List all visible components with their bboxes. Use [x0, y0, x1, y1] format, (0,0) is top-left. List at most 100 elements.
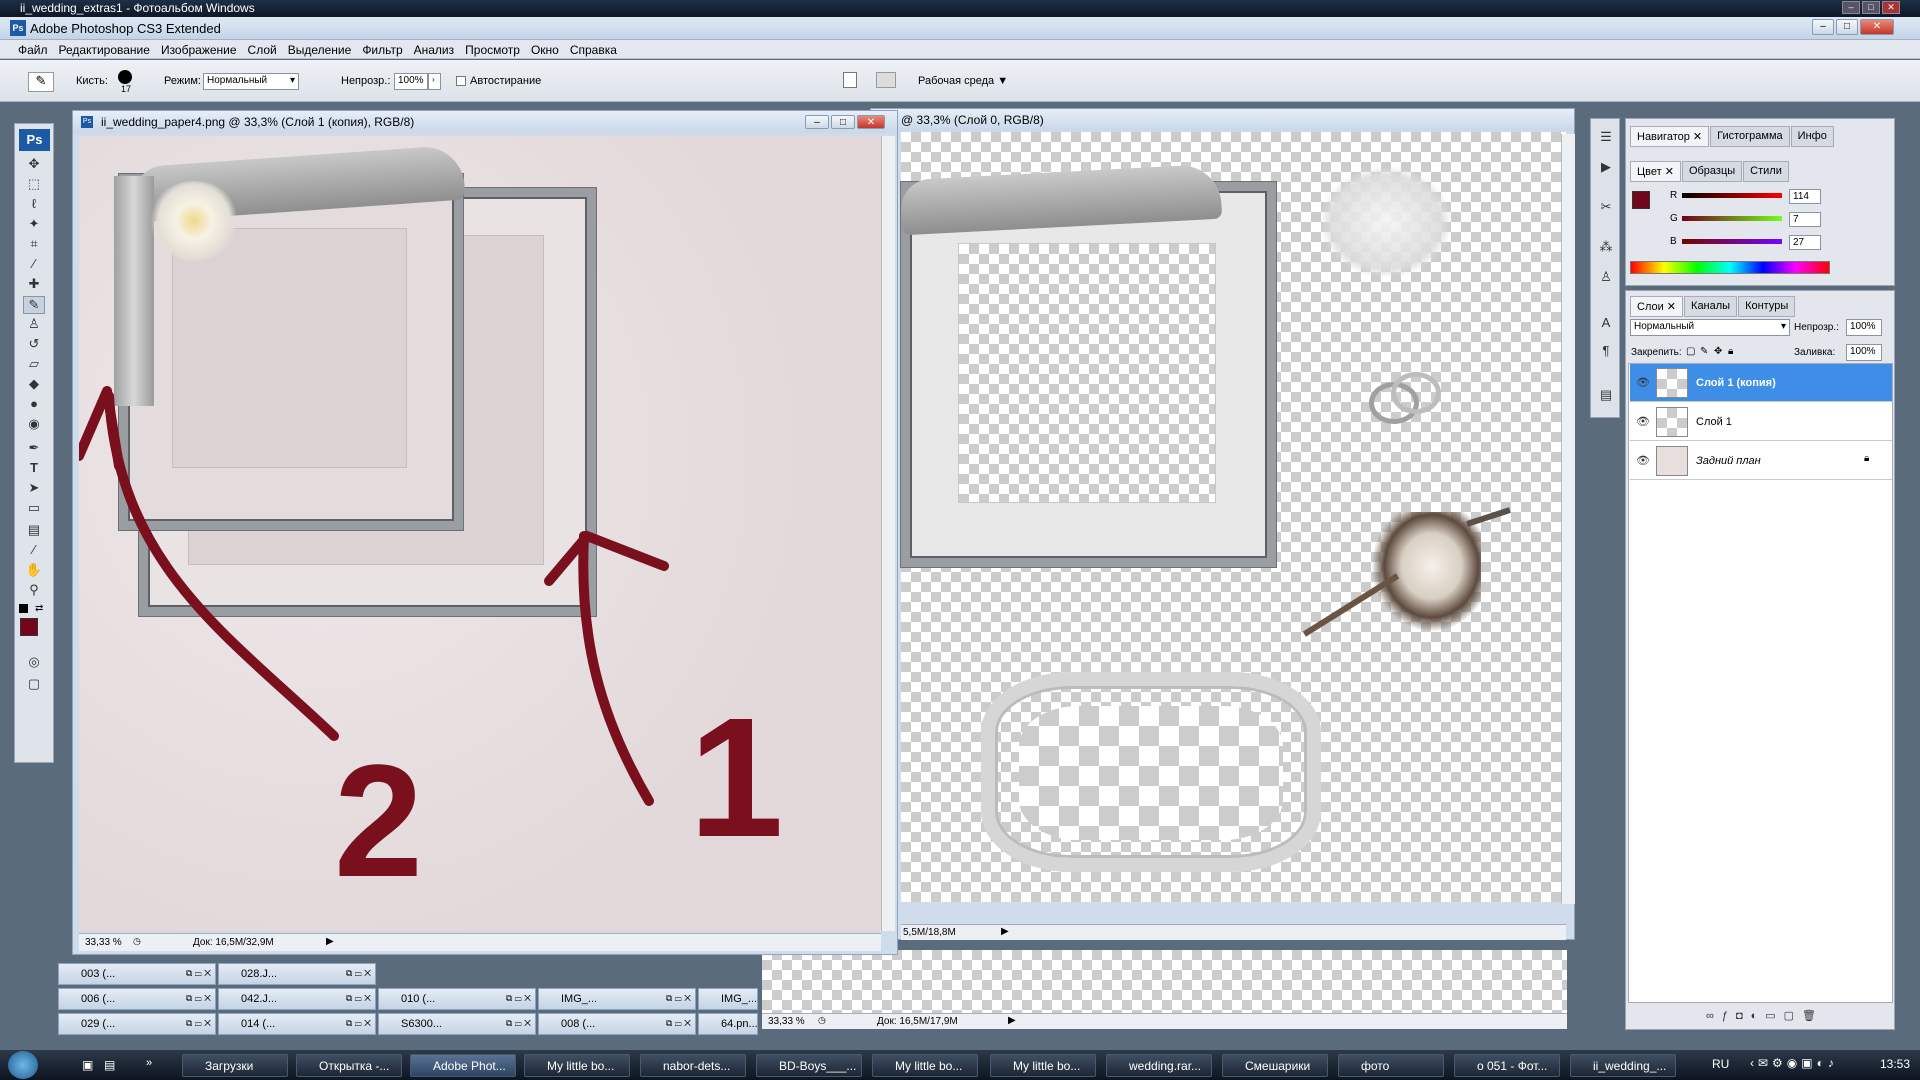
hand-tool-icon[interactable]: ✋ — [23, 562, 45, 580]
auto-erase-checkbox[interactable] — [456, 76, 466, 86]
doc-left-vscrollbar[interactable] — [881, 136, 895, 931]
r-slider[interactable] — [1682, 193, 1782, 198]
color-fg-swatch[interactable] — [1632, 191, 1650, 209]
task-button[interactable]: nabor-dets... — [640, 1054, 746, 1077]
history-brush-tool-icon[interactable]: ↺ — [23, 336, 45, 354]
tab-navigator[interactable]: Навигатор ✕ — [1630, 126, 1710, 147]
task-button[interactable]: Открытка -... — [296, 1054, 402, 1077]
minimized-doc[interactable]: 029 (... ⧉ ▭ ✕ — [58, 1013, 216, 1035]
minimized-doc[interactable]: 006 (... ⧉ ▭ ✕ — [58, 988, 216, 1010]
foreground-color-swatch[interactable] — [20, 618, 38, 636]
outer-maximize-button[interactable]: □ — [1862, 1, 1880, 14]
eyedropper-2-tool-icon[interactable]: ⁄ — [23, 542, 45, 560]
menu-view[interactable]: Просмотр — [461, 40, 527, 58]
doc-left-close-button[interactable]: ✕ — [857, 115, 885, 129]
paragraph-panel-icon[interactable]: ¶ — [1595, 343, 1617, 361]
actions-panel-icon[interactable]: ▶ — [1595, 159, 1617, 177]
language-indicator[interactable]: RU — [1712, 1057, 1729, 1071]
b-value-field[interactable]: 27 — [1789, 235, 1821, 250]
task-button[interactable]: о 051 - Фот... — [1454, 1054, 1560, 1077]
g-value-field[interactable]: 7 — [1789, 212, 1821, 227]
character-panel-icon[interactable]: A — [1595, 315, 1617, 333]
layers-footer-icons[interactable]: ∞ƒ◘◐▭▢🗑︎ — [1706, 1009, 1824, 1022]
tab-paths[interactable]: Контуры — [1738, 296, 1796, 317]
eye-icon[interactable]: 👁︎ — [1636, 454, 1650, 467]
history-panel-icon[interactable]: ☰ — [1595, 129, 1617, 147]
zoom-tool-icon[interactable]: ⚲ — [23, 582, 45, 600]
menu-window[interactable]: Окно — [527, 40, 566, 58]
task-button[interactable]: Загрузки — [182, 1054, 288, 1077]
dodge-tool-icon[interactable]: ◉ — [23, 416, 45, 434]
minimized-doc[interactable]: 003 (... ⧉ ▭ ✕ — [58, 963, 216, 985]
clone-source-panel-icon[interactable]: ♙ — [1595, 269, 1617, 287]
move-tool-icon[interactable]: ✥ — [23, 156, 45, 174]
doc-left-title-bar[interactable]: Ps ii_wedding_paper4.png @ 33,3% (Слой 1… — [73, 111, 897, 133]
lock-pixels-icon[interactable]: ✎ — [1700, 346, 1708, 357]
b-slider[interactable] — [1682, 239, 1782, 244]
tab-histogram[interactable]: Гистограмма — [1710, 126, 1790, 147]
magic-wand-tool-icon[interactable]: ✦ — [23, 216, 45, 234]
layer-row[interactable]: 👁︎ Слой 1 — [1630, 403, 1892, 441]
menu-select[interactable]: Выделение — [284, 40, 359, 58]
minimized-doc[interactable]: 64.pn... — [698, 1013, 758, 1035]
opacity-field[interactable]: 100% — [394, 73, 428, 90]
lasso-tool-icon[interactable]: ℓ — [23, 196, 45, 214]
palette-icon[interactable] — [843, 72, 857, 88]
minimized-doc[interactable]: 008 (... ⧉ ▭ ✕ — [538, 1013, 696, 1035]
tray-icons[interactable]: ‹✉⚙◉▣◐♪ — [1750, 1056, 1838, 1070]
doc-bottom-status-arrow-icon[interactable]: ▶ — [1008, 1015, 1016, 1026]
doc-right-title[interactable]: @ 33,3% (Слой 0, RGB/8) — [871, 109, 1574, 131]
menu-analysis[interactable]: Анализ — [410, 40, 462, 58]
pen-tool-icon[interactable]: ✒ — [23, 440, 45, 458]
task-button[interactable]: ii_wedding_... — [1570, 1054, 1676, 1077]
lock-all-icon[interactable]: 🔒︎ — [1728, 346, 1733, 357]
marquee-tool-icon[interactable]: ⬚ — [23, 176, 45, 194]
quick-mask-icon[interactable]: ◎ — [23, 654, 45, 672]
layer-row[interactable]: 👁︎ Слой 1 (копия) — [1630, 364, 1892, 402]
tab-color[interactable]: Цвет ✕ — [1630, 161, 1681, 182]
show-desktop-icon[interactable]: ▣ — [82, 1058, 93, 1072]
notes-tool-icon[interactable]: ▤ — [23, 522, 45, 540]
eraser-tool-icon[interactable]: ▱ — [23, 356, 45, 374]
layer-row[interactable]: 👁︎ Задний план 🔒︎ — [1630, 442, 1892, 480]
go-to-bridge-icon[interactable] — [876, 72, 896, 88]
g-slider[interactable] — [1682, 216, 1782, 221]
swap-colors-icon[interactable]: ⇄ — [35, 603, 43, 614]
layer-opacity-field[interactable]: 100% — [1846, 319, 1882, 336]
type-tool-icon[interactable]: T — [23, 460, 45, 478]
healing-brush-tool-icon[interactable]: ✚ — [23, 276, 45, 294]
opacity-arrow-icon[interactable]: › — [428, 73, 441, 90]
task-button[interactable]: Смешарики — [1222, 1054, 1328, 1077]
menu-help[interactable]: Справка — [566, 40, 624, 58]
task-button[interactable]: wedding.rar... — [1106, 1054, 1212, 1077]
eye-icon[interactable]: 👁︎ — [1636, 376, 1650, 389]
start-button[interactable] — [8, 1051, 38, 1079]
doc-right-vscrollbar[interactable] — [1561, 134, 1575, 904]
lock-transparent-icon[interactable]: ▢ — [1686, 346, 1695, 357]
workspace-button[interactable]: Рабочая среда ▼ — [918, 75, 1008, 87]
app-close-button[interactable]: ✕ — [1860, 19, 1894, 35]
tab-channels[interactable]: Каналы — [1684, 296, 1738, 317]
app-maximize-button[interactable]: □ — [1836, 19, 1858, 35]
menu-image[interactable]: Изображение — [157, 40, 244, 58]
layer-blend-mode-select[interactable]: Нормальный ▾ — [1630, 319, 1790, 336]
minimized-doc[interactable]: IMG_... ⧉ ▭ ✕ — [538, 988, 696, 1010]
path-selection-tool-icon[interactable]: ➤ — [23, 480, 45, 498]
tool-preset-brush-icon[interactable]: ✎ — [28, 72, 54, 92]
brush-tool-icon[interactable]: ✎ — [23, 296, 45, 314]
outer-close-button[interactable]: ✕ — [1882, 1, 1900, 14]
quicklaunch-more-icon[interactable]: » — [146, 1057, 152, 1069]
minimized-doc[interactable]: 042.J... ⧉ ▭ ✕ — [218, 988, 376, 1010]
menu-edit[interactable]: Редактирование — [55, 40, 157, 58]
color-spectrum-ramp[interactable] — [1630, 261, 1830, 274]
task-button[interactable]: My little bo... — [524, 1054, 630, 1077]
tab-swatches[interactable]: Образцы — [1681, 161, 1743, 182]
task-button[interactable]: My little bo... — [872, 1054, 978, 1077]
doc-left-status-arrow-icon[interactable]: ▶ — [326, 936, 334, 947]
menu-layer[interactable]: Слой — [244, 40, 284, 58]
blur-tool-icon[interactable]: ● — [23, 396, 45, 414]
doc-left-zoom[interactable]: 33,33 % — [85, 937, 122, 948]
task-button-active[interactable]: Adobe Phot... — [410, 1054, 516, 1077]
doc-left-maximize-button[interactable]: □ — [831, 115, 855, 129]
screen-mode-icon[interactable]: ▢ — [23, 676, 45, 694]
